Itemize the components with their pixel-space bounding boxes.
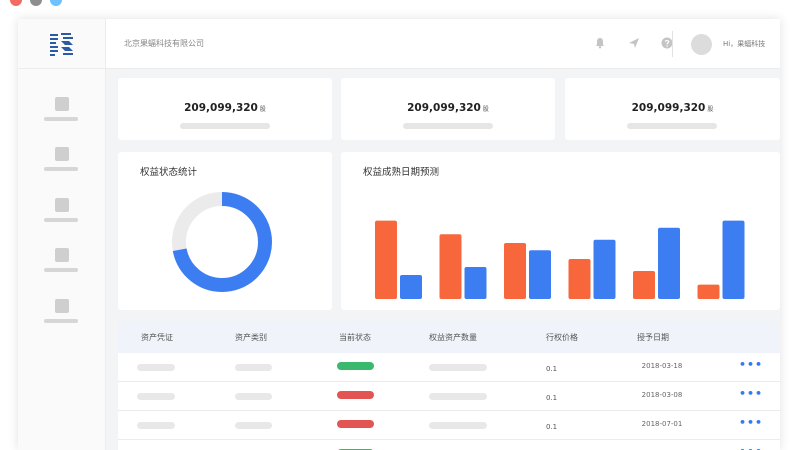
bar-series1-group6[interactable] <box>697 284 720 299</box>
cell-placeholder <box>137 364 175 371</box>
logo[interactable] <box>18 19 106 69</box>
cell-placeholder <box>235 364 272 371</box>
stat-number: 209,099,320 <box>407 102 481 114</box>
bar-series2-group5[interactable] <box>658 227 680 299</box>
price-cell: 0.1 <box>546 394 558 402</box>
nav-label-placeholder <box>44 167 78 171</box>
cell-placeholder <box>235 393 272 400</box>
cell-placeholder <box>429 422 487 429</box>
header-divider <box>672 31 673 57</box>
nav-icon <box>55 198 69 212</box>
col-header[interactable]: 当前状态 <box>339 332 371 343</box>
stat-unit: 股 <box>259 106 266 113</box>
cell-placeholder <box>137 422 175 429</box>
user-greeting[interactable]: Hi，果蝠科技 <box>723 39 765 49</box>
bar-series2-group2[interactable] <box>464 267 487 299</box>
sidebar-item-4[interactable] <box>44 248 80 272</box>
more-icon[interactable]: ••• <box>739 416 763 429</box>
status-badge <box>337 362 374 370</box>
stat-number: 209,099,320 <box>184 102 258 114</box>
nav-label-placeholder <box>44 319 78 323</box>
maximize-window-button[interactable] <box>50 0 62 6</box>
stat-unit: 股 <box>707 106 714 113</box>
col-header[interactable]: 行权价格 <box>546 332 578 343</box>
bar-series1-group5[interactable] <box>633 271 655 299</box>
table-row[interactable]: 0.1 2018-03-08 ••• <box>118 382 780 411</box>
nav-icon <box>55 147 69 161</box>
stat-unit: 股 <box>482 106 489 113</box>
price-cell: 0.1 <box>546 423 558 431</box>
bell-icon[interactable] <box>594 37 606 49</box>
col-header[interactable]: 资产凭证 <box>141 332 173 343</box>
avatar[interactable] <box>691 34 712 55</box>
top-header: 北京果蝠科技有限公司 Hi，果蝠科技 <box>106 19 780 69</box>
bar-series2-group3[interactable] <box>529 250 551 299</box>
sidebar-item-5[interactable] <box>44 299 80 323</box>
stat-value: 209,099,320 股 <box>118 102 332 114</box>
status-badge <box>337 391 374 399</box>
logo-icon <box>50 32 73 56</box>
company-name: 北京果蝠科技有限公司 <box>124 39 204 48</box>
asset-table: 资产凭证 资产类别 当前状态 权益资产数量 行权价格 授予日期 0.1 2018-… <box>118 321 780 450</box>
donut-card: 权益状态统计 <box>118 152 332 310</box>
cell-placeholder <box>429 393 487 400</box>
status-badge <box>337 420 374 428</box>
cell-placeholder <box>429 364 487 371</box>
nav-label-placeholder <box>44 117 78 121</box>
bar-series1-group4[interactable] <box>568 259 591 299</box>
cell-placeholder <box>235 422 272 429</box>
stat-value: 209,099,320 股 <box>341 102 555 114</box>
col-header[interactable]: 资产类别 <box>235 332 267 343</box>
bar-series2-group1[interactable] <box>400 275 422 299</box>
stat-card-3: 209,099,320 股 <box>565 78 780 140</box>
stat-label-placeholder <box>627 123 717 129</box>
close-window-button[interactable] <box>10 0 22 6</box>
minimize-window-button[interactable] <box>30 0 42 6</box>
window-controls <box>10 0 62 6</box>
cell-placeholder <box>137 393 175 400</box>
more-icon[interactable]: ••• <box>739 358 763 371</box>
date-cell: 2018-07-01 <box>641 420 683 428</box>
sidebar-item-3[interactable] <box>44 198 80 222</box>
col-header[interactable]: 权益资产数量 <box>429 332 477 343</box>
nav-label-placeholder <box>44 268 78 272</box>
app-window: 北京果蝠科技有限公司 Hi，果蝠科技 209,099,320 股 209,099,… <box>18 19 780 450</box>
bar-series1-group2[interactable] <box>439 234 462 299</box>
nav-icon <box>55 97 69 111</box>
stat-label-placeholder <box>180 123 270 129</box>
nav-icon <box>55 299 69 313</box>
sidebar <box>18 19 106 450</box>
date-cell: 2018-03-08 <box>641 391 683 399</box>
donut-card-title: 权益状态统计 <box>140 167 198 178</box>
nav-label-placeholder <box>44 218 78 222</box>
sidebar-item-1[interactable] <box>44 97 80 121</box>
table-row[interactable]: 0.1 2018-07-01 ••• <box>118 411 780 440</box>
more-icon[interactable]: ••• <box>739 445 763 450</box>
status-donut-chart <box>172 192 272 292</box>
bar-series1-group3[interactable] <box>504 243 526 299</box>
stat-label-placeholder <box>403 123 493 129</box>
bar-series1-group1[interactable] <box>375 220 397 299</box>
bar-series2-group6[interactable] <box>722 220 745 299</box>
stat-card-1: 209,099,320 股 <box>118 78 332 140</box>
more-icon[interactable]: ••• <box>739 387 763 400</box>
stat-number: 209,099,320 <box>631 102 706 114</box>
date-cell: 2018-03-18 <box>641 362 683 370</box>
table-row[interactable]: 0.1 2018-03-18 ••• <box>118 353 780 382</box>
bar-series2-group4[interactable] <box>593 239 616 299</box>
send-icon[interactable] <box>628 37 640 49</box>
sidebar-item-2[interactable] <box>44 147 80 171</box>
bar-chart-card: 权益成熟日期预测 <box>341 152 780 310</box>
price-cell: 0.1 <box>546 365 558 373</box>
stat-value: 209,099,320 股 <box>565 102 780 114</box>
stat-card-2: 209,099,320 股 <box>341 78 555 140</box>
nav-icon <box>55 248 69 262</box>
table-row[interactable]: 0.12018-03-18••• <box>118 440 780 450</box>
maturity-bar-chart <box>375 220 745 299</box>
table-header: 资产凭证 资产类别 当前状态 权益资产数量 行权价格 授予日期 <box>118 321 780 353</box>
col-header[interactable]: 授予日期 <box>637 332 669 343</box>
